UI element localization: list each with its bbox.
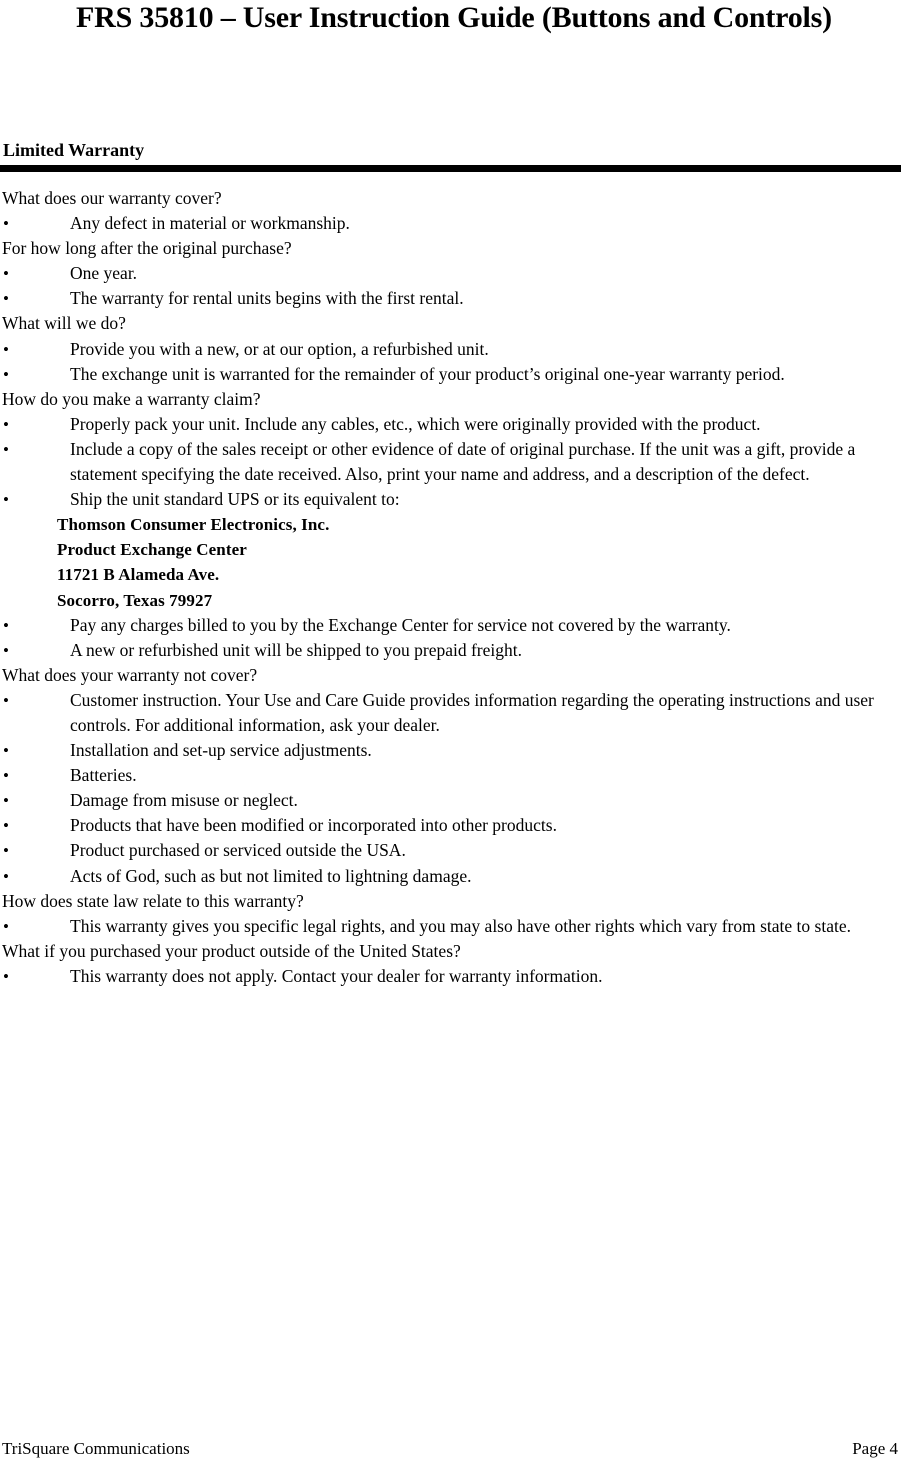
question-state-law: How does state law relate to this warran… (2, 890, 304, 911)
bullet-icon: • (3, 766, 9, 786)
question-what-does-warranty-cover: What does our warranty cover? (2, 188, 222, 208)
bullet-icon: • (3, 690, 9, 710)
address-line-center: Product Exchange Center (57, 540, 247, 560)
list-item-text: The warranty for rental units begins wit… (70, 288, 464, 309)
address-line-city-state-zip: Socorro, Texas 79927 (57, 590, 213, 610)
list-item-text: Provide you with a new, or at our option… (70, 338, 489, 359)
bullet-icon: • (3, 414, 9, 434)
footer-page-number: Page 4 (852, 1439, 898, 1458)
list-item-text: Products that have been modified or inco… (70, 815, 557, 836)
list-item-text: Customer instruction. Your Use and Care … (70, 689, 874, 735)
page-footer: TriSquare Communications Page 4 (0, 1437, 906, 1461)
list-item-text: A new or refurbished unit will be shippe… (70, 639, 522, 660)
list-item: • One year. (0, 261, 906, 286)
list-item-text: Batteries. (70, 765, 137, 786)
list-item: • Pay any charges billed to you by the E… (0, 613, 906, 638)
question-how-long-after-purchase: For how long after the original purchase… (2, 238, 292, 259)
list-item-text: Installation and set-up service adjustme… (70, 740, 372, 761)
list-item: • A new or refurbished unit will be ship… (0, 638, 906, 663)
list-item-text: Damage from misuse or neglect. (70, 790, 298, 811)
bullet-icon: • (3, 615, 9, 635)
list-item-text: Acts of God, such as but not limited to … (70, 865, 472, 886)
list-item: • Damage from misuse or neglect. (0, 788, 906, 813)
list-item: • Provide you with a new, or at our opti… (0, 337, 906, 362)
list-item-text: Product purchased or serviced outside th… (70, 840, 406, 861)
bullet-icon: • (3, 866, 9, 886)
list-item-text: The exchange unit is warranted for the r… (70, 363, 785, 384)
list-item-text: This warranty gives you specific legal r… (70, 915, 851, 936)
bullet-icon: • (3, 364, 9, 384)
list-item: • The exchange unit is warranted for the… (0, 362, 906, 387)
bullet-icon: • (3, 214, 9, 234)
bullet-icon: • (3, 289, 9, 309)
bullet-icon: • (3, 916, 9, 936)
list-item: • Properly pack your unit. Include any c… (0, 412, 906, 437)
list-item-text: One year. (70, 263, 138, 284)
bullet-icon: • (3, 966, 9, 986)
bullet-icon: • (3, 741, 9, 761)
bullet-icon: • (3, 816, 9, 836)
question-purchased-outside-us: What if you purchased your product outsi… (2, 940, 461, 961)
list-item-text: Pay any charges billed to you by the Exc… (70, 614, 731, 635)
list-item-text: Include a copy of the sales receipt or o… (70, 438, 856, 485)
heading-divider-bar (0, 165, 901, 172)
address-line-street: 11721 B Alameda Ave. (57, 565, 220, 585)
list-item: • Ship the unit standard UPS or its equi… (0, 487, 906, 512)
address-line-company: Thomson Consumer Electronics, Inc. (57, 515, 330, 535)
page-title: FRS 35810 – User Instruction Guide (Butt… (76, 1, 832, 34)
list-item-text: Properly pack your unit. Include any cab… (70, 413, 761, 434)
list-item: • Batteries. (0, 763, 906, 788)
list-item: • The warranty for rental units begins w… (0, 286, 906, 311)
list-item: • Any defect in material or workmanship. (0, 211, 906, 236)
question-how-make-claim: How do you make a warranty claim? (2, 388, 261, 409)
bullet-icon: • (3, 490, 9, 510)
list-item: • Include a copy of the sales receipt or… (0, 437, 906, 487)
list-item: • This warranty gives you specific legal… (0, 914, 906, 939)
question-what-not-covered: What does your warranty not cover? (2, 664, 258, 685)
list-item: • This warranty does not apply. Contact … (0, 964, 906, 989)
bullet-icon: • (3, 791, 9, 811)
bullet-icon: • (3, 264, 9, 284)
bullet-icon: • (3, 640, 9, 660)
warranty-body: What does our warranty cover? • Any defe… (0, 186, 906, 989)
list-item: • Product purchased or serviced outside … (0, 838, 906, 863)
list-item-text: Ship the unit standard UPS or its equiva… (70, 489, 400, 510)
bullet-icon: • (3, 439, 9, 459)
list-item-text: This warranty does not apply. Contact yo… (70, 965, 603, 986)
question-what-will-we-do: What will we do? (2, 313, 126, 334)
document-page: FRS 35810 – User Instruction Guide (Butt… (0, 0, 906, 1467)
list-item-text: Any defect in material or workmanship. (70, 213, 350, 234)
list-item: • Customer instruction. Your Use and Car… (0, 688, 906, 738)
footer-company-name: TriSquare Communications (2, 1439, 190, 1458)
section-heading-limited-warranty: Limited Warranty (3, 140, 145, 160)
bullet-icon: • (3, 841, 9, 861)
list-item: • Installation and set-up service adjust… (0, 738, 906, 763)
list-item: • Products that have been modified or in… (0, 813, 906, 838)
bullet-icon: • (3, 339, 9, 359)
list-item: • Acts of God, such as but not limited t… (0, 864, 906, 889)
